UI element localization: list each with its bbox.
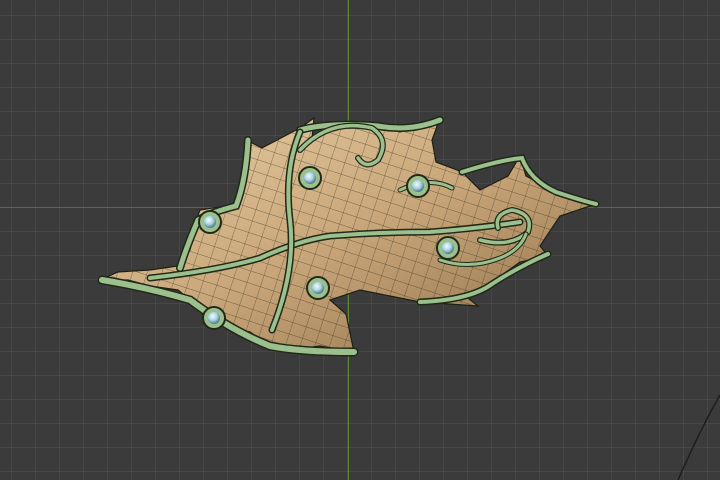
3d-viewport[interactable]	[0, 0, 720, 480]
background-object-edge	[677, 394, 720, 480]
